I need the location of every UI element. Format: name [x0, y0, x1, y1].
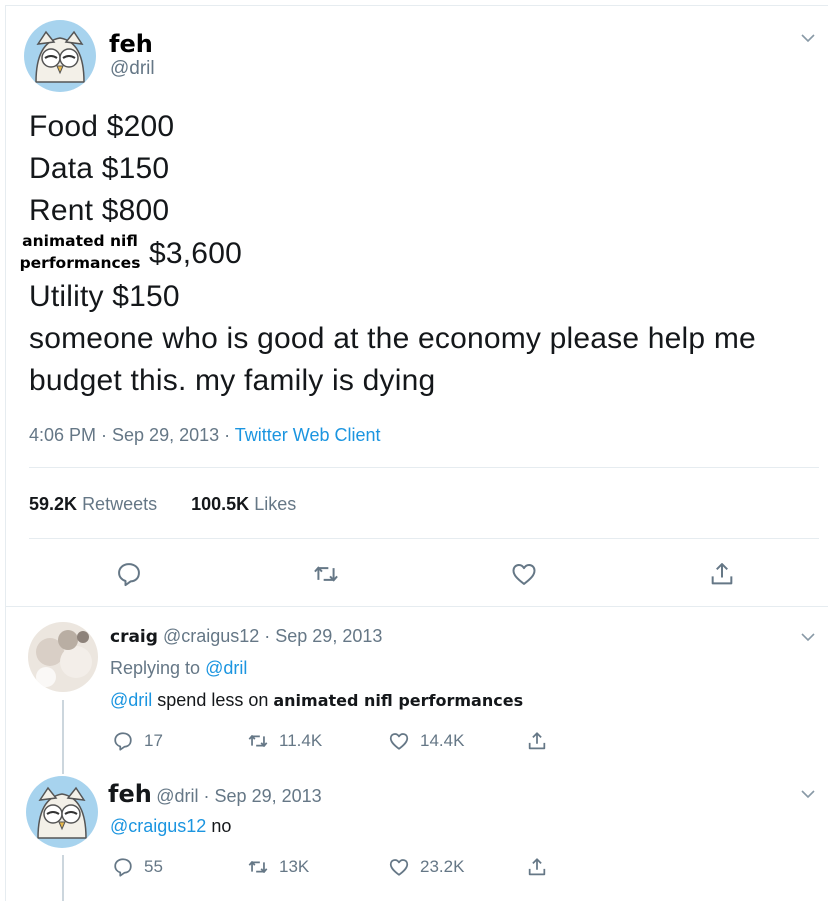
retweets-count: 59.2K	[29, 494, 78, 514]
replying-to: Replying to @dril	[110, 658, 247, 679]
retweets-label: Retweets	[82, 494, 158, 514]
share-icon	[528, 732, 546, 750]
divider	[29, 467, 819, 468]
reply2-like-button[interactable]: 23.2K	[388, 856, 464, 878]
reply-icon[interactable]	[115, 560, 143, 588]
tweet-line-plea-2: budget this. my family is dying	[29, 364, 436, 397]
like-icon[interactable]	[510, 560, 538, 588]
tweet-line-rent: Rent $800	[29, 194, 170, 227]
reply1-author-name[interactable]: craig	[110, 627, 158, 647]
chevron-down-icon[interactable]	[800, 30, 816, 46]
share-icon[interactable]	[708, 560, 736, 588]
chevron-down-icon[interactable]	[800, 786, 816, 802]
retweet-icon[interactable]	[312, 560, 340, 588]
author-handle[interactable]: @dril	[110, 58, 155, 80]
thread-connector	[62, 700, 64, 774]
thread-connector	[62, 855, 64, 901]
reply1-meme-text: animated nifl performances	[273, 691, 524, 710]
divider	[29, 538, 819, 539]
reply1-mention[interactable]: @dril	[110, 690, 152, 710]
reply2-reply-button[interactable]: 55	[112, 856, 163, 878]
owl-avatar[interactable]	[26, 776, 98, 848]
tweet-stats: 59.2K Retweets 100.5K Likes	[29, 494, 296, 515]
reply1-reply-count: 17	[144, 731, 163, 750]
reply1-reply-button[interactable]: 17	[112, 730, 163, 752]
tweet-client-link[interactable]: Twitter Web Client	[235, 425, 381, 445]
reply1-retweet-button[interactable]: 11.4K	[247, 730, 322, 752]
reply2-reply-count: 55	[144, 857, 163, 876]
share-icon	[528, 858, 546, 876]
likes-count: 100.5K	[191, 494, 250, 514]
reply2-text: @craigus12 no	[110, 816, 231, 837]
reply2-author-name[interactable]: feh	[108, 780, 152, 808]
tweet-line-plea-1: someone who is good at the economy pleas…	[29, 322, 756, 355]
reply1-handle-date[interactable]: @craigus12 · Sep 29, 2013	[163, 626, 382, 646]
author-name[interactable]: feh	[109, 30, 153, 58]
reply1-like-count: 14.4K	[420, 731, 465, 750]
likes-stat[interactable]: 100.5K Likes	[191, 494, 296, 514]
meme-label-line1: animated nifl	[22, 232, 138, 250]
tweet-line-meme-amount: $3,600	[149, 237, 242, 270]
reply1-like-button[interactable]: 14.4K	[388, 730, 464, 752]
like-icon	[389, 733, 409, 750]
tweet-line-data: Data $150	[29, 152, 170, 185]
owl-avatar[interactable]	[24, 20, 96, 92]
reply2-handle-date[interactable]: @dril · Sep 29, 2013	[156, 786, 321, 806]
reply1-share-button[interactable]	[526, 730, 558, 752]
reply1-header: craig @craigus12 · Sep 29, 2013	[110, 626, 382, 647]
retweets-stat[interactable]: 59.2K Retweets	[29, 494, 157, 514]
reply1-body: spend less on	[152, 690, 274, 710]
reply2-like-count: 23.2K	[420, 857, 465, 876]
tweet-metadata: 4:06 PM · Sep 29, 2013 · Twitter Web Cli…	[29, 425, 381, 446]
replying-to-label: Replying to	[110, 658, 206, 678]
reply2-retweet-button[interactable]: 13K	[247, 856, 309, 878]
reply1-text: @dril spend less on animated nifl perfor…	[110, 690, 523, 711]
tweet-timestamp[interactable]: 4:06 PM · Sep 29, 2013 ·	[29, 425, 235, 445]
reply2-retweet-count: 13K	[279, 857, 310, 876]
like-icon	[389, 859, 409, 876]
likes-label: Likes	[254, 494, 297, 514]
craig-avatar[interactable]	[28, 622, 98, 692]
retweet-icon	[248, 861, 268, 873]
reply2-share-button[interactable]	[526, 856, 558, 878]
replying-to-handle[interactable]: @dril	[205, 658, 247, 678]
reply-icon	[114, 858, 132, 877]
retweet-icon	[248, 735, 268, 747]
reply2-mention[interactable]: @craigus12	[110, 816, 206, 836]
reply2-header: feh @dril · Sep 29, 2013	[108, 780, 322, 808]
reply-icon	[114, 732, 132, 751]
reply1-retweet-count: 11.4K	[279, 731, 323, 750]
reply2-body: no	[206, 816, 232, 836]
meme-overlay-label: animated nifl performances	[10, 230, 150, 274]
chevron-down-icon[interactable]	[800, 629, 816, 645]
tweet-line-utility: Utility $150	[29, 280, 180, 313]
tweet-line-food: Food $200	[29, 110, 175, 143]
divider	[5, 606, 828, 607]
meme-label-line2: performances	[19, 254, 141, 272]
